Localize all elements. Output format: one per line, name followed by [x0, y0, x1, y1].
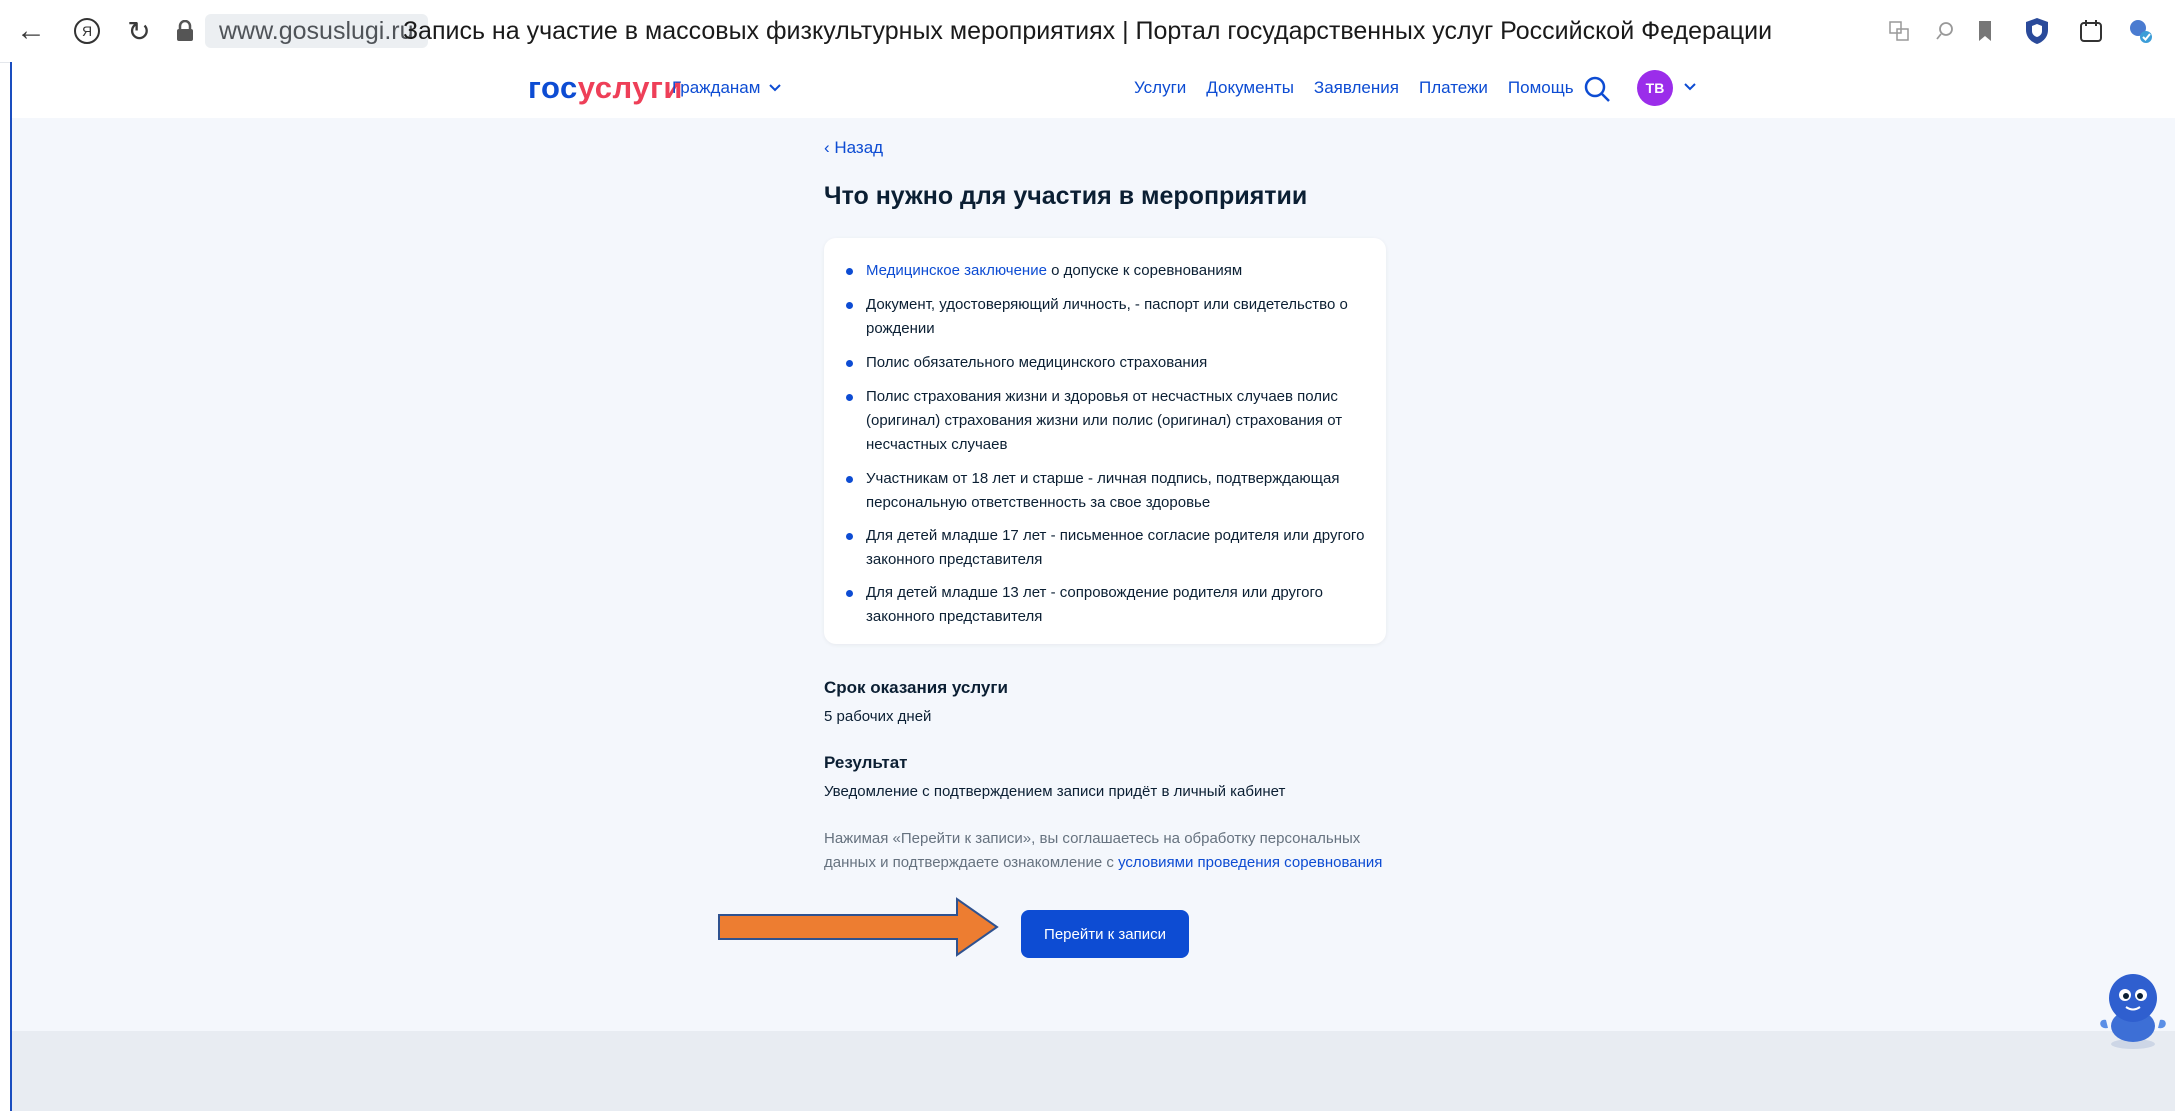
extension-icon[interactable]	[2124, 14, 2158, 48]
list-item: Участникам от 18 лет и старше - личная п…	[846, 467, 1366, 515]
logo-part-uslugi: услуги	[577, 70, 683, 105]
result-value: Уведомление с подтверждением записи прид…	[824, 783, 1286, 800]
audience-selector[interactable]: Гражданам	[672, 78, 782, 98]
competition-terms-link[interactable]: условиями проведения соревнования	[1118, 854, 1382, 871]
term-heading: Срок оказания услуги	[824, 678, 1008, 697]
downloads-icon[interactable]	[2074, 14, 2108, 48]
back-link[interactable]: ‹ Назад	[824, 138, 883, 158]
list-item: Для детей младше 17 лет - письменное сог…	[846, 524, 1366, 572]
orange-arrow-annotation	[718, 897, 999, 957]
lock-icon[interactable]	[170, 14, 200, 48]
list-item: Медицинское заключение о допуске к сорев…	[846, 259, 1366, 283]
requirement-text: о допуске к соревнованиям	[1046, 262, 1243, 279]
list-item: Полис обязательного медицинского страхов…	[846, 351, 1366, 375]
main-nav: Услуги Документы Заявления Платежи Помощ…	[1134, 78, 1574, 98]
user-avatar[interactable]: ТВ	[1637, 70, 1673, 106]
logo-part-gos: гос	[528, 70, 578, 105]
site-header: госуслуги Гражданам Услуги Документы Зая…	[12, 62, 2175, 119]
browser-toolbar: ← Я ↻ www.gosuslugi.ru Запись на участие…	[0, 0, 2175, 63]
nav-item-services[interactable]: Услуги	[1134, 78, 1186, 98]
term-value: 5 рабочих дней	[824, 708, 932, 725]
result-heading: Результат	[824, 753, 908, 772]
reload-icon[interactable]: ↻	[122, 14, 156, 48]
list-item: Полис страхования жизни и здоровья от не…	[846, 385, 1366, 457]
list-item: Документ, удостоверяющий личность, - пас…	[846, 293, 1366, 341]
list-item: Для детей младше 13 лет - сопровождение …	[846, 581, 1366, 629]
medical-certificate-link[interactable]: Медицинское заключение	[866, 262, 1047, 279]
page-tab-title: Запись на участие в массовых физкультурн…	[402, 16, 1773, 45]
yandex-icon[interactable]: Я	[70, 14, 104, 48]
chevron-down-icon[interactable]	[1683, 76, 1697, 97]
nav-item-payments[interactable]: Платежи	[1419, 78, 1488, 98]
search-page-icon[interactable]	[1930, 14, 1960, 48]
nav-item-applications[interactable]: Заявления	[1314, 78, 1399, 98]
back-arrow-icon[interactable]: ←	[14, 14, 48, 48]
translate-icon[interactable]	[1884, 14, 1914, 48]
audience-label: Гражданам	[672, 78, 761, 97]
bookmark-icon[interactable]	[1970, 14, 2000, 48]
page-title: Что нужно для участия в мероприятии	[824, 182, 1308, 210]
footer	[12, 1031, 2175, 1111]
consent-text: Нажимая «Перейти к записи», вы соглашает…	[824, 827, 1394, 875]
assistant-robot-icon[interactable]	[2096, 968, 2170, 1052]
svg-text:Я: Я	[82, 23, 92, 39]
gosuslugi-logo[interactable]: госуслуги	[528, 70, 683, 106]
nav-item-help[interactable]: Помощь	[1508, 78, 1574, 98]
requirements-card: Медицинское заключение о допуске к сорев…	[824, 238, 1386, 644]
go-to-booking-button[interactable]: Перейти к записи	[1021, 910, 1189, 958]
shield-icon[interactable]	[2020, 14, 2054, 48]
chevron-down-icon	[768, 78, 782, 98]
nav-item-documents[interactable]: Документы	[1206, 78, 1294, 98]
search-icon[interactable]	[1582, 72, 1612, 106]
